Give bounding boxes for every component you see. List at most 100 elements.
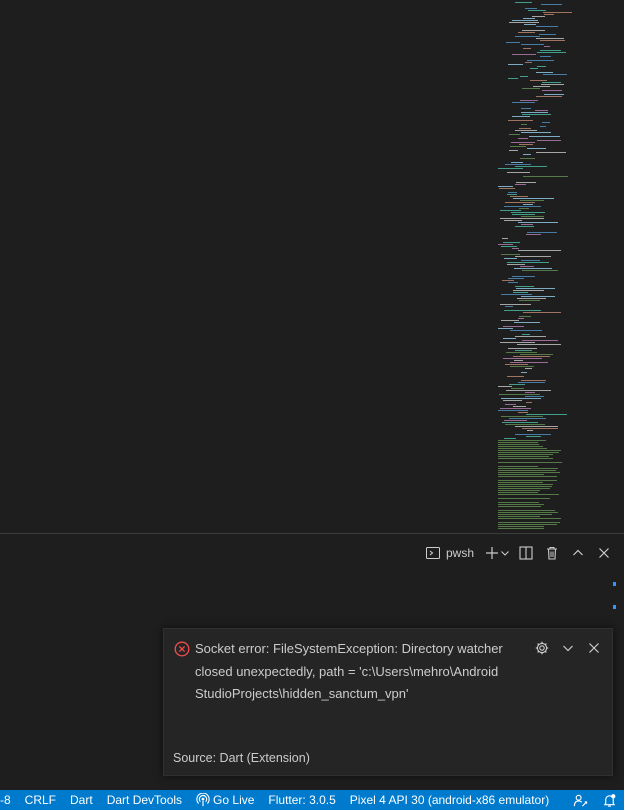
minimap-code-line xyxy=(523,48,531,49)
chevron-down-icon xyxy=(501,551,509,556)
minimap-code-line xyxy=(498,458,553,459)
minimap-code-line xyxy=(510,146,526,147)
minimap-code-line xyxy=(498,518,561,519)
minimap-code-line xyxy=(519,144,533,145)
minimap-code-line xyxy=(536,72,553,73)
go-live-item[interactable]: Go Live xyxy=(189,790,261,810)
minimap-code-line xyxy=(536,152,566,153)
minimap-code-line xyxy=(504,206,541,207)
minimap-code-line xyxy=(512,20,538,21)
notification-actions xyxy=(534,640,602,656)
minimap-code-line xyxy=(498,526,544,527)
new-terminal-button[interactable] xyxy=(484,542,510,564)
minimap-code-line xyxy=(513,198,554,199)
minimap-code-line xyxy=(501,254,520,255)
minimap-code-line xyxy=(505,424,545,425)
minimap-code-line xyxy=(515,130,537,131)
notification-source: Source: Dart (Extension) xyxy=(173,751,310,765)
maximize-panel-button[interactable] xyxy=(568,542,588,564)
minimap-code-line xyxy=(517,298,546,299)
minimap-code-line xyxy=(508,78,518,79)
minimap-code-line xyxy=(515,336,546,337)
minimap-code-line xyxy=(521,44,544,45)
split-terminal-button[interactable] xyxy=(516,542,536,564)
minimap-code-line xyxy=(533,86,550,87)
minimap-code-line xyxy=(526,402,532,403)
minimap-code-line xyxy=(519,300,540,301)
feedback-item[interactable] xyxy=(566,790,595,810)
minimap-code-line xyxy=(543,74,567,75)
eol-item[interactable]: CRLF xyxy=(18,790,63,810)
minimap-code-line xyxy=(498,386,512,387)
notification-settings-button[interactable] xyxy=(534,640,550,656)
minimap-code-line xyxy=(508,64,523,65)
notifications-item[interactable] xyxy=(595,790,624,810)
close-panel-button[interactable] xyxy=(594,542,614,564)
minimap-code-line xyxy=(498,494,559,495)
encoding-label: -8 xyxy=(0,793,11,807)
minimap-code-line xyxy=(498,328,513,329)
minimap-code-line xyxy=(505,306,513,307)
flutter-version-item[interactable]: Flutter: 3.0.5 xyxy=(261,790,342,810)
minimap-code-line xyxy=(523,176,568,177)
minimap-code-line xyxy=(519,128,531,129)
minimap-code-line xyxy=(536,38,564,39)
minimap-code-line xyxy=(498,490,540,491)
minimap-code-line xyxy=(503,338,516,339)
feedback-icon xyxy=(573,794,588,807)
scrollbar-marker xyxy=(613,605,616,609)
minimap-code-line xyxy=(540,50,561,51)
minimap-code-line xyxy=(508,278,524,279)
minimap-code-line xyxy=(504,420,527,421)
minimap-code-line xyxy=(514,322,540,323)
terminal-shell-button[interactable]: pwsh xyxy=(421,542,478,564)
device-selector-item[interactable]: Pixel 4 API 30 (android-x86 emulator) xyxy=(343,790,556,810)
close-notification-button[interactable] xyxy=(586,640,602,656)
minimap-code-line xyxy=(498,516,540,517)
minimap-code-line xyxy=(530,80,547,81)
language-mode-item[interactable]: Dart xyxy=(63,790,100,810)
gear-icon xyxy=(535,641,549,655)
minimap-code-line xyxy=(509,22,539,23)
minimap-code-line xyxy=(498,450,561,451)
minimap-code-line xyxy=(500,218,544,219)
minimap-code-line xyxy=(527,60,554,61)
minimap-code-line xyxy=(503,326,524,327)
minimap-code-line xyxy=(499,394,540,395)
minimap-code-line xyxy=(537,52,566,53)
minimap-code-line xyxy=(498,466,538,467)
minimap-code-line xyxy=(518,412,528,413)
minimap-code-line xyxy=(498,488,550,489)
minimap-code-line xyxy=(515,286,534,287)
minimap-code-line xyxy=(515,184,526,185)
vscode-window: pwsh Socket error: FileSystemException: … xyxy=(0,0,624,810)
minimap-code-line xyxy=(529,136,560,137)
minimap-code-line xyxy=(508,120,533,121)
minimap-code-line xyxy=(518,318,524,319)
minimap-code-line xyxy=(544,14,554,15)
minimap-code-line xyxy=(502,422,538,423)
minimap-code-line xyxy=(537,66,546,67)
minimap-code-line xyxy=(515,350,532,351)
minimap-code-line xyxy=(503,242,520,243)
minimap-code-line xyxy=(518,32,535,33)
minimap-code-line xyxy=(500,408,531,409)
minimap-code-line xyxy=(503,358,542,359)
minimap-code-line xyxy=(522,30,545,31)
collapse-notification-button[interactable] xyxy=(560,640,576,656)
minimap-code-line xyxy=(498,524,557,525)
minimap-code-line xyxy=(522,88,540,89)
minimap-code-line xyxy=(508,348,537,349)
minimap[interactable] xyxy=(494,0,574,533)
minimap-code-line xyxy=(510,330,542,331)
kill-terminal-button[interactable] xyxy=(542,542,562,564)
minimap-code-line xyxy=(520,76,528,77)
minimap-code-line xyxy=(498,444,539,445)
minimap-code-line xyxy=(507,262,549,263)
terminal-icon xyxy=(425,547,440,559)
dart-devtools-item[interactable]: Dart DevTools xyxy=(100,790,189,810)
encoding-item[interactable]: -8 xyxy=(0,790,18,810)
error-notification: Socket error: FileSystemException: Direc… xyxy=(163,628,613,776)
minimap-code-line xyxy=(498,446,543,447)
minimap-code-line xyxy=(507,194,517,195)
